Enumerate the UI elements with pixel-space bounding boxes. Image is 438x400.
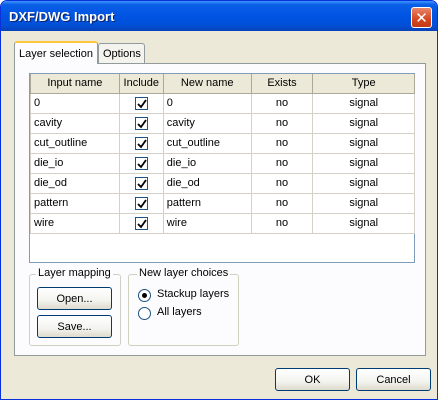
- input-name-cell[interactable]: 0: [30, 92, 120, 114]
- column-header-new-name[interactable]: New name: [162, 74, 252, 94]
- stackup-layers-label[interactable]: Stackup layers: [157, 288, 229, 300]
- tab-options[interactable]: Options: [98, 43, 145, 64]
- new-name-cell[interactable]: die_io: [162, 152, 252, 174]
- include-checkbox[interactable]: [134, 136, 148, 150]
- exists-cell: no: [250, 92, 314, 114]
- open-button[interactable]: Open...: [37, 287, 112, 310]
- checkmark-icon: [137, 158, 147, 168]
- type-cell[interactable]: signal: [312, 92, 415, 114]
- type-cell[interactable]: signal: [312, 112, 415, 134]
- input-name-cell[interactable]: die_od: [30, 172, 120, 194]
- input-name-cell[interactable]: cut_outline: [30, 132, 120, 154]
- cancel-button[interactable]: Cancel: [356, 368, 431, 391]
- column-header-input-name[interactable]: Input name: [30, 74, 120, 94]
- exists-cell: no: [250, 192, 314, 214]
- type-cell[interactable]: signal: [312, 212, 415, 234]
- tab-label: Options: [103, 48, 141, 60]
- exists-cell: no: [250, 152, 314, 174]
- include-cell: [118, 172, 164, 194]
- checkmark-icon: [137, 198, 147, 208]
- all-layers-label[interactable]: All layers: [157, 306, 202, 318]
- checkmark-icon: [137, 98, 147, 108]
- new-name-cell[interactable]: cut_outline: [162, 132, 252, 154]
- checkmark-icon: [137, 218, 147, 228]
- include-cell: [118, 112, 164, 134]
- layer-grid[interactable]: Input name Include New name Exists Type …: [29, 73, 415, 263]
- layer-mapping-group: Layer mapping Open... Save...: [29, 267, 121, 346]
- input-name-cell[interactable]: pattern: [30, 192, 120, 214]
- stackup-layers-radio[interactable]: [138, 289, 151, 302]
- include-cell: [118, 152, 164, 174]
- save-button-label: Save...: [57, 320, 92, 333]
- input-name-cell[interactable]: die_io: [30, 152, 120, 174]
- new-layer-choices-group: New layer choices Stackup layers All lay…: [128, 267, 239, 346]
- close-icon: ✕: [415, 8, 428, 27]
- open-button-label: Open...: [56, 292, 93, 305]
- table-row[interactable]: die_od die_od no signal: [30, 172, 415, 194]
- column-header-type[interactable]: Type: [312, 74, 415, 94]
- input-name-cell[interactable]: wire: [30, 212, 120, 234]
- ok-button[interactable]: OK: [275, 368, 350, 391]
- checkmark-icon: [137, 118, 147, 128]
- new-name-cell[interactable]: cavity: [162, 112, 252, 134]
- include-checkbox[interactable]: [134, 176, 148, 190]
- table-row[interactable]: cavity cavity no signal: [30, 112, 415, 134]
- include-checkbox[interactable]: [134, 116, 148, 130]
- input-name-cell[interactable]: cavity: [30, 112, 120, 134]
- exists-cell: no: [250, 172, 314, 194]
- window-title: DXF/DWG Import: [9, 9, 115, 24]
- include-checkbox[interactable]: [134, 96, 148, 110]
- type-cell[interactable]: signal: [312, 132, 415, 154]
- exists-cell: no: [250, 132, 314, 154]
- checkmark-icon: [137, 178, 147, 188]
- new-name-cell[interactable]: wire: [162, 212, 252, 234]
- title-bar[interactable]: DXF/DWG Import ✕: [1, 1, 437, 31]
- type-cell[interactable]: signal: [312, 172, 415, 194]
- include-checkbox[interactable]: [134, 216, 148, 230]
- table-body: 0 0 no signal cavity cavity no signal cut_outlin…: [30, 92, 415, 234]
- layer-table: Input name Include New name Exists Type …: [30, 74, 415, 234]
- column-header-include[interactable]: Include: [118, 74, 164, 94]
- radio-selected-dot: [142, 293, 147, 298]
- include-cell: [118, 212, 164, 234]
- ok-button-label: OK: [304, 373, 321, 386]
- new-name-cell[interactable]: pattern: [162, 192, 252, 214]
- include-checkbox[interactable]: [134, 196, 148, 210]
- type-cell[interactable]: signal: [312, 192, 415, 214]
- include-cell: [118, 192, 164, 214]
- table-header-row: Input name Include New name Exists Type: [30, 74, 415, 94]
- table-row[interactable]: pattern pattern no signal: [30, 192, 415, 214]
- new-layer-choices-legend: New layer choices: [137, 267, 231, 279]
- checkmark-icon: [137, 138, 147, 148]
- new-name-cell[interactable]: 0: [162, 92, 252, 114]
- close-button[interactable]: ✕: [411, 7, 432, 28]
- all-layers-radio[interactable]: [138, 307, 151, 320]
- cancel-button-label: Cancel: [376, 373, 411, 386]
- layer-selection-panel: Input name Include New name Exists Type …: [14, 63, 426, 356]
- layer-mapping-legend: Layer mapping: [36, 267, 113, 279]
- table-row[interactable]: die_io die_io no signal: [30, 152, 415, 174]
- type-cell[interactable]: signal: [312, 152, 415, 174]
- table-row[interactable]: cut_outline cut_outline no signal: [30, 132, 415, 154]
- tab-layer-selection[interactable]: Layer selection: [14, 41, 98, 64]
- include-cell: [118, 92, 164, 114]
- exists-cell: no: [250, 112, 314, 134]
- save-button[interactable]: Save...: [37, 315, 112, 338]
- table-row[interactable]: 0 0 no signal: [30, 92, 415, 114]
- new-name-cell[interactable]: die_od: [162, 172, 252, 194]
- column-header-exists[interactable]: Exists: [250, 74, 314, 94]
- exists-cell: no: [250, 212, 314, 234]
- include-checkbox[interactable]: [134, 156, 148, 170]
- dialog-window: DXF/DWG Import ✕ Layer selection Options…: [0, 0, 438, 400]
- tab-label: Layer selection: [19, 47, 93, 60]
- table-row[interactable]: wire wire no signal: [30, 212, 415, 234]
- include-cell: [118, 132, 164, 154]
